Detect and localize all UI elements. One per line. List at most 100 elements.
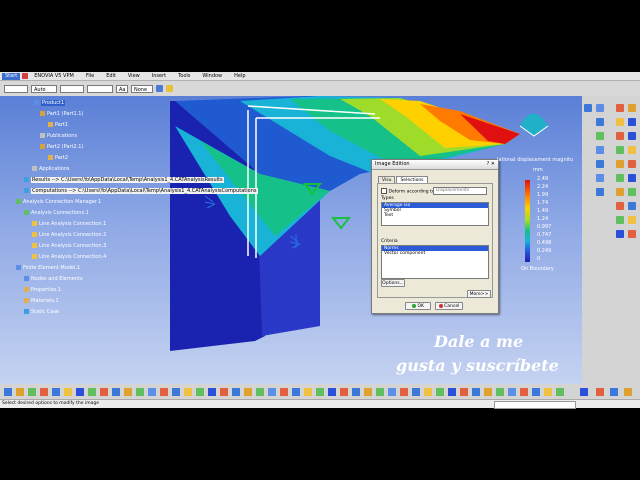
tree-item-results[interactable]: Results --> C:\Users\Yo\AppData\Local\Te… bbox=[24, 177, 224, 183]
tree-item-connection-manager[interactable]: Analysis Connection Manager.1 bbox=[16, 199, 101, 205]
tree-item-nodes-elements[interactable]: Nodes and Elements bbox=[24, 276, 83, 282]
tree-item-applications[interactable]: Applications bbox=[32, 166, 70, 172]
deformation-icon[interactable] bbox=[616, 104, 624, 112]
menu-bar: Start ENOVIA V5 VPM File Edit View Inser… bbox=[0, 72, 640, 81]
tree-item-part2-instance[interactable]: Part2 (Part2.1) bbox=[40, 144, 83, 150]
cut-plane-icon[interactable] bbox=[616, 146, 624, 154]
tree-item-properties[interactable]: Properties.1 bbox=[24, 287, 61, 293]
cancel-button[interactable]: Cancel bbox=[435, 302, 463, 310]
deform-select[interactable]: Displacements bbox=[433, 187, 487, 195]
shading-icon[interactable] bbox=[596, 174, 604, 182]
simplify-icon[interactable] bbox=[628, 174, 636, 182]
results-icon bbox=[24, 177, 29, 182]
tree-item-static-case[interactable]: Static Case bbox=[24, 309, 59, 315]
rotate-icon[interactable] bbox=[596, 132, 604, 140]
command-input[interactable] bbox=[494, 401, 576, 409]
extrema-icon[interactable] bbox=[616, 160, 624, 168]
point-combo[interactable]: Aa bbox=[116, 84, 128, 93]
displacement-icon[interactable] bbox=[628, 104, 636, 112]
options-button[interactable]: Options... bbox=[381, 279, 405, 287]
layer-combo[interactable]: None bbox=[131, 84, 153, 93]
mesh-icon[interactable] bbox=[616, 216, 624, 224]
tree-item-publications[interactable]: Publications bbox=[40, 133, 77, 139]
tree-item-analysis-connections[interactable]: Analysis Connections.1 bbox=[24, 210, 89, 216]
zoom-icon[interactable] bbox=[596, 104, 604, 112]
materials-icon bbox=[24, 298, 29, 303]
types-label: Types bbox=[381, 196, 394, 201]
legend-value: 0.498 bbox=[537, 240, 552, 246]
start-menu[interactable]: Start bbox=[2, 72, 21, 80]
sensor-icon[interactable] bbox=[616, 188, 624, 196]
error-icon[interactable] bbox=[616, 132, 624, 140]
load-icon[interactable] bbox=[628, 216, 636, 224]
linetype-combo[interactable] bbox=[60, 84, 84, 93]
tree-item-fem-model[interactable]: Finite Element Model.1 bbox=[16, 265, 80, 271]
tree-item-line-connection-3[interactable]: Line Analysis Connection.3 bbox=[32, 243, 106, 249]
hide-show-icon[interactable] bbox=[596, 188, 604, 196]
product-icon bbox=[34, 100, 39, 105]
tree-item-materials[interactable]: Materials.1 bbox=[24, 298, 59, 304]
pan-icon[interactable] bbox=[596, 118, 604, 126]
amplification-icon[interactable] bbox=[628, 146, 636, 154]
legend-value: 0.249 bbox=[537, 248, 552, 254]
menu-insert[interactable]: Insert bbox=[146, 72, 172, 80]
criteria-list[interactable]: Norms Vector component bbox=[381, 245, 489, 279]
lineweight-combo[interactable] bbox=[87, 84, 113, 93]
criteria-option-vector-component[interactable]: Vector component bbox=[382, 251, 488, 256]
visu-panel: Deform according to Displacements Types … bbox=[377, 183, 493, 298]
tree-item-part2[interactable]: Part2 bbox=[48, 155, 68, 161]
dialog-title-bar: Image Edition ? ✕ bbox=[372, 160, 498, 170]
principal-stress-icon[interactable] bbox=[628, 118, 636, 126]
tree-item-line-connection-4[interactable]: Line Analysis Connection.4 bbox=[32, 254, 106, 260]
menu-help[interactable]: Help bbox=[228, 72, 251, 80]
line-connection-icon bbox=[32, 243, 37, 248]
report-icon[interactable] bbox=[628, 188, 636, 196]
painter-icon[interactable] bbox=[156, 85, 163, 92]
normal-view-icon[interactable] bbox=[596, 146, 604, 154]
stress-icon[interactable] bbox=[616, 118, 624, 126]
bottom-toolbar-icons[interactable] bbox=[0, 386, 640, 400]
tree-item-part1[interactable]: Part1 bbox=[48, 122, 68, 128]
types-option-text[interactable]: Text bbox=[382, 213, 488, 218]
tree-item-computations[interactable]: Computations --> C:\Users\Yo\AppData\Loc… bbox=[24, 188, 258, 194]
properties-icon[interactable] bbox=[166, 85, 173, 92]
info-icon[interactable] bbox=[628, 160, 636, 168]
deform-select-value: Displacements bbox=[436, 188, 470, 193]
legend-footer: On Boundary bbox=[521, 266, 554, 272]
menu-window[interactable]: Window bbox=[196, 72, 228, 80]
menu-edit[interactable]: Edit bbox=[100, 72, 122, 80]
animate-icon[interactable] bbox=[628, 132, 636, 140]
compute-icon[interactable] bbox=[616, 202, 624, 210]
transparency-combo[interactable]: Auto bbox=[31, 84, 57, 93]
part-icon bbox=[40, 111, 45, 116]
menu-enovia[interactable]: ENOVIA V5 VPM bbox=[28, 72, 80, 80]
computations-icon bbox=[24, 188, 29, 193]
top-toolbar: Auto Aa None bbox=[0, 81, 640, 96]
color-combo[interactable] bbox=[4, 84, 28, 93]
images-layout-icon[interactable] bbox=[616, 174, 624, 182]
tree-item-line-connection-1[interactable]: Line Analysis Connection.1 bbox=[32, 221, 106, 227]
menu-tools[interactable]: Tools bbox=[172, 72, 196, 80]
restraint-icon[interactable] bbox=[616, 230, 624, 238]
tree-item-product1[interactable]: Product1 bbox=[34, 100, 66, 106]
part-icon bbox=[40, 144, 45, 149]
subtitle-line-1: Dale a me bbox=[434, 332, 524, 351]
video-subtitle: Dale a me gusta y suscríbete bbox=[396, 330, 559, 378]
publications-icon bbox=[40, 133, 45, 138]
connection-manager-icon bbox=[16, 199, 21, 204]
menu-view[interactable]: View bbox=[122, 72, 146, 80]
group-icon[interactable] bbox=[628, 202, 636, 210]
more-button[interactable]: More>> bbox=[467, 290, 491, 298]
deform-checkbox[interactable] bbox=[381, 188, 387, 194]
tree-item-line-connection-2[interactable]: Line Analysis Connection.2 bbox=[32, 232, 106, 238]
legend-value: 1.49 bbox=[537, 208, 549, 214]
view-icon[interactable] bbox=[584, 104, 592, 112]
menu-file[interactable]: File bbox=[80, 72, 100, 80]
types-list[interactable]: Average iso Symbol Text bbox=[381, 202, 489, 226]
tree-item-part1-instance[interactable]: Part1 (Part1.1) bbox=[40, 111, 83, 117]
clamp-icon[interactable] bbox=[628, 230, 636, 238]
dialog-title-buttons[interactable]: ? ✕ bbox=[487, 160, 495, 169]
multi-view-icon[interactable] bbox=[596, 160, 604, 168]
cancel-label: Cancel bbox=[444, 304, 460, 309]
ok-button[interactable]: OK bbox=[405, 302, 431, 310]
